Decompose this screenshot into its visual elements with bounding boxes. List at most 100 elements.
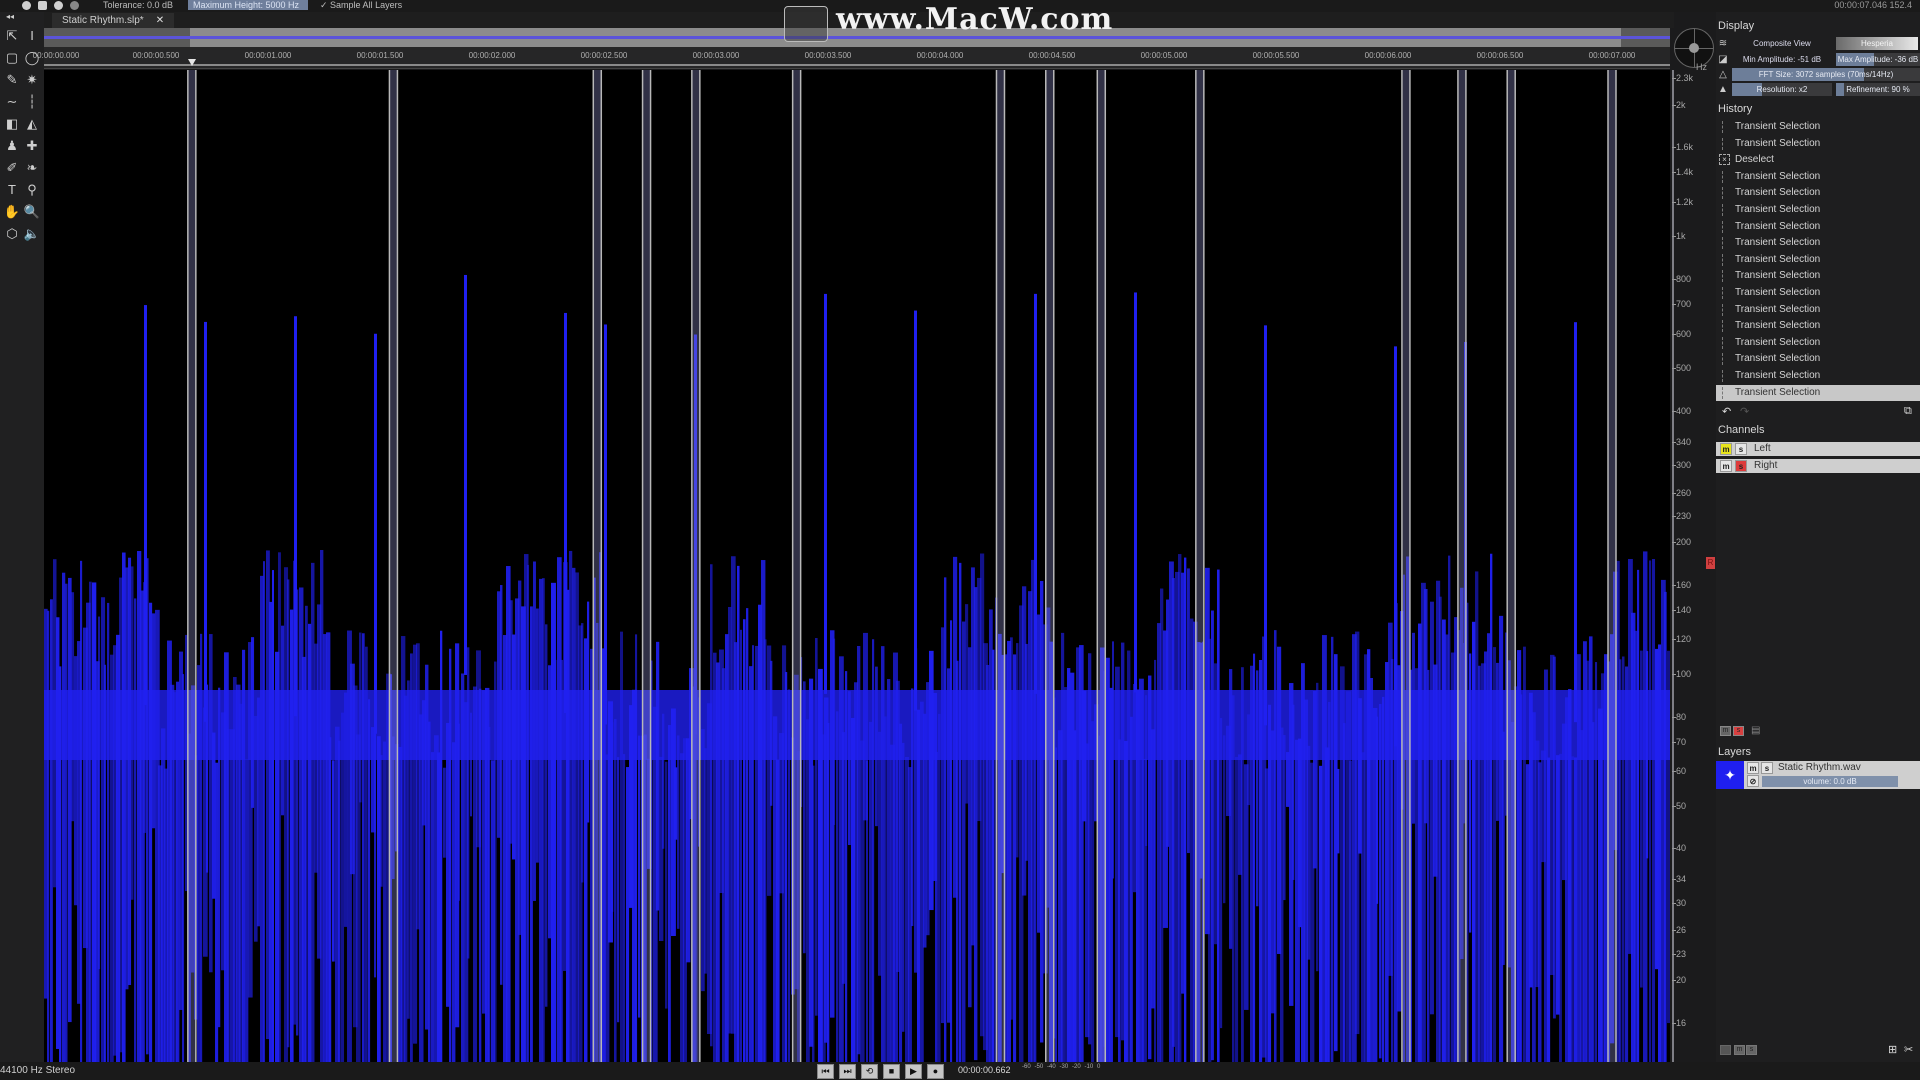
channel-solo-button[interactable]: s [1735,443,1747,455]
sample-all-layers-checkbox[interactable]: ✓ Sample All Layers [320,0,402,11]
magic-wand-tool-icon[interactable]: ✷ [22,70,42,90]
history-item[interactable]: Transient Selection [1716,335,1920,351]
transient-selection-marker[interactable] [641,70,652,1062]
max-amplitude-slider[interactable]: Max Amplitude: -36 dB [1836,53,1920,66]
history-item[interactable]: Transient Selection [1716,136,1920,152]
collapse-toolbar-icon[interactable]: ◂◂ [0,12,20,22]
eyedropper-tool-icon[interactable]: ⚲ [22,180,42,200]
delete-layer-icon[interactable]: ✂ [1904,1043,1913,1056]
channels-solo-all-button[interactable]: s [1733,726,1744,736]
history-item[interactable]: Transient Selection [1716,119,1920,135]
history-item[interactable]: Transient Selection [1716,368,1920,384]
layer-volume-slider[interactable]: volume: 0.0 dB [1762,776,1898,787]
time-selection-tool-icon[interactable]: I [22,26,42,46]
healing-tool-icon[interactable]: ✚ [22,136,42,156]
transient-select-tool-icon[interactable]: ┆ [22,92,42,112]
channel-row-right[interactable]: m s Right [1716,459,1920,473]
cube-tool-icon[interactable]: ⬡ [2,224,22,244]
layers-color-button[interactable] [1720,1045,1731,1055]
history-item[interactable]: Transient Selection [1716,235,1920,251]
move-tool-icon[interactable]: ⇱ [2,26,22,46]
fft-size-slider[interactable]: FFT Size: 3072 samples (70ms/14Hz) [1732,68,1920,81]
layer-link-icon[interactable]: ⊘ [1747,775,1759,787]
colormap-select[interactable]: Hesperia [1836,37,1918,50]
channels-options-icon[interactable]: ▤ [1751,725,1760,736]
smudge-tool-icon[interactable]: ◭ [22,114,42,134]
go-to-end-button[interactable]: ⏭ [839,1064,856,1079]
history-item[interactable]: Transient Selection [1716,185,1920,201]
channel-solo-button[interactable]: s [1735,460,1747,472]
layers-mute-button[interactable]: m [1734,1045,1745,1055]
max-height-control[interactable]: Maximum Height: 5000 Hz [188,0,308,10]
history-item[interactable]: Transient Selection [1716,169,1920,185]
tolerance-control[interactable]: Tolerance: 0.0 dB [103,0,173,10]
history-item[interactable]: Transient Selection [1716,268,1920,284]
stop-button[interactable]: ■ [883,1064,900,1079]
transient-selection-marker[interactable] [187,70,197,1062]
time-ruler[interactable]: 00:00:00.000 00:00:00.500 00:00:01.000 00:0… [33,47,1670,69]
brush-shape-icon[interactable] [70,1,79,10]
channels-mute-all-button[interactable]: m [1720,726,1731,736]
transient-selection-marker[interactable] [1096,70,1107,1062]
transient-selection-marker[interactable] [1506,70,1516,1062]
transient-selection-marker[interactable] [1457,70,1467,1062]
layer-mute-button[interactable]: m [1747,762,1759,774]
layer-solo-button[interactable]: s [1761,762,1773,774]
resolution-slider[interactable]: Resolution: x2 [1732,83,1832,96]
text-tool-icon[interactable]: T [2,180,22,200]
clone-stamp-tool-icon[interactable]: ♟ [2,136,22,156]
transient-selection-marker[interactable] [995,70,1006,1062]
history-item[interactable]: × Deselect [1716,152,1920,168]
record-button[interactable]: ● [927,1064,944,1079]
brush-shape-icon[interactable] [38,1,47,10]
undo-icon[interactable]: ↶ [1722,405,1731,418]
history-item[interactable]: Transient Selection [1716,202,1920,218]
history-item[interactable]: Transient Selection [1716,351,1920,367]
pencil-tool-icon[interactable]: ✐ [2,158,22,178]
history-item[interactable]: Transient Selection [1716,384,1920,401]
transient-selection-marker[interactable] [791,70,802,1062]
channel-row-left[interactable]: m s Left [1716,442,1920,456]
snapshot-icon[interactable]: ⧉ [1904,405,1912,418]
view-mode-select[interactable]: Composite View [1732,37,1832,50]
brush-shape-icon[interactable] [54,1,63,10]
jog-knob[interactable] [1689,43,1699,53]
eraser-tool-icon[interactable]: ◧ [2,114,22,134]
play-button[interactable]: ▶ [905,1064,922,1079]
transient-selection-marker[interactable] [691,70,701,1062]
history-item[interactable]: Transient Selection [1716,285,1920,301]
loop-button[interactable]: ⟲ [861,1064,878,1079]
channel-mute-button[interactable]: m [1720,460,1732,472]
transient-selection-marker[interactable] [592,70,603,1062]
transient-selection-marker[interactable] [1195,70,1205,1062]
spray-tool-icon[interactable]: ❧ [22,158,42,178]
speaker-tool-icon[interactable]: 🔈 [22,224,42,244]
history-item[interactable]: Transient Selection [1716,302,1920,318]
transient-selection-marker[interactable] [1401,70,1411,1062]
channel-mute-button[interactable]: m [1720,443,1732,455]
spectrogram-view[interactable] [44,70,1670,1062]
new-layer-icon[interactable]: ⊞ [1888,1043,1897,1056]
refinement-slider[interactable]: Refinement: 90 % [1836,83,1920,96]
transient-selection-marker[interactable] [1045,70,1055,1062]
close-tab-icon[interactable]: ✕ [156,15,164,26]
transient-selection-marker[interactable] [1607,70,1617,1062]
history-item[interactable]: Transient Selection [1716,318,1920,334]
playhead-marker-icon[interactable] [188,59,197,66]
zoom-tool-icon[interactable]: 🔍 [22,202,42,222]
rectangle-select-tool-icon[interactable]: ▢ [2,48,22,68]
hand-tool-icon[interactable]: ✋ [2,202,22,222]
document-tab[interactable]: Static Rhythm.slp* ✕ [52,13,175,28]
scrub-jog-wheel[interactable] [1674,28,1714,68]
harmonic-select-tool-icon[interactable]: ∼ [2,92,22,112]
brush-select-tool-icon[interactable]: ✎ [2,70,22,90]
history-item[interactable]: Transient Selection [1716,219,1920,235]
go-to-start-button[interactable]: ⏮ [817,1064,834,1079]
history-item[interactable]: Transient Selection [1716,252,1920,268]
layer-row[interactable]: ✦ m s Static Rhythm.wav ⊘ volume: 0.0 dB [1716,761,1920,789]
brush-shape-icon[interactable] [22,1,31,10]
layers-solo-button[interactable]: s [1746,1045,1757,1055]
redo-icon[interactable]: ↷ [1740,405,1749,418]
transient-selection-marker[interactable] [388,70,399,1062]
min-amplitude-slider[interactable]: Min Amplitude: -51 dB [1732,53,1832,66]
